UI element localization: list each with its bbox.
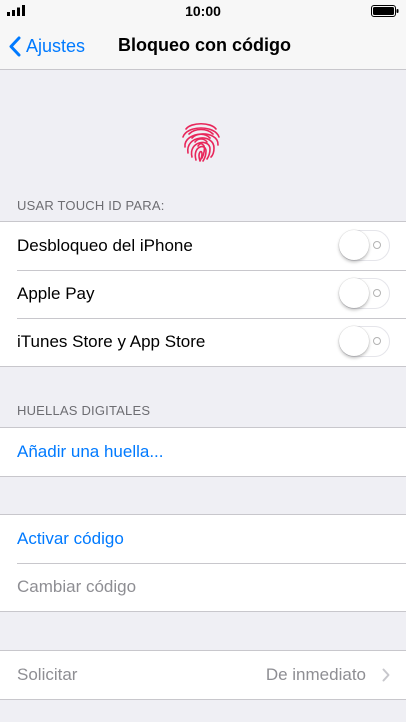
toggle-knob: [339, 326, 369, 356]
add-fingerprint-row[interactable]: Añadir una huella...: [0, 428, 406, 476]
row-apple-pay: Apple Pay: [0, 270, 406, 318]
iphone-unlock-toggle[interactable]: [339, 230, 390, 261]
fingerprint-icon: [182, 122, 220, 162]
require-passcode-row: Solicitar De inmediato: [0, 651, 406, 699]
activate-passcode-link[interactable]: Activar código: [17, 529, 406, 549]
toggle-off-indicator: [373, 337, 381, 345]
require-group: Solicitar De inmediato: [0, 650, 406, 700]
fingerprints-section-header: HUELLAS DIGITALES: [17, 403, 151, 418]
toggle-knob: [339, 278, 369, 308]
require-value: De inmediato: [265, 665, 366, 684]
back-button-label: Ajustes: [26, 35, 86, 56]
status-bar: 10:00: [0, 0, 406, 22]
back-button[interactable]: Ajustes: [8, 33, 85, 59]
battery-icon: [371, 5, 399, 17]
touch-id-group: Desbloqueo del iPhone Apple Pay iTunes S…: [0, 221, 406, 367]
itunes-app-store-toggle[interactable]: [339, 326, 390, 357]
toggle-knob: [339, 230, 369, 260]
toggle-off-indicator: [373, 289, 381, 297]
navigation-bar: Ajustes Bloqueo con código: [0, 22, 406, 70]
passcode-group: Activar código Cambiar código: [0, 514, 406, 612]
row-itunes-app-store: iTunes Store y App Store: [0, 318, 406, 366]
toggle-off-indicator: [373, 241, 381, 249]
row-iphone-unlock: Desbloqueo del iPhone: [0, 222, 406, 270]
change-passcode-label: Cambiar código: [17, 577, 137, 596]
change-passcode-row: Cambiar código: [0, 563, 406, 611]
touch-id-section-header: USAR TOUCH ID PARA:: [17, 198, 165, 213]
activate-passcode-row[interactable]: Activar código: [0, 515, 406, 563]
page-title: Bloqueo con código: [118, 35, 291, 55]
fingerprints-group: Añadir una huella...: [0, 427, 406, 477]
status-time: 10:00: [185, 3, 221, 19]
add-fingerprint-link[interactable]: Añadir una huella...: [17, 442, 406, 462]
apple-pay-toggle[interactable]: [339, 278, 390, 309]
chevron-left-icon: [9, 36, 21, 56]
chevron-right-icon: [382, 668, 390, 682]
